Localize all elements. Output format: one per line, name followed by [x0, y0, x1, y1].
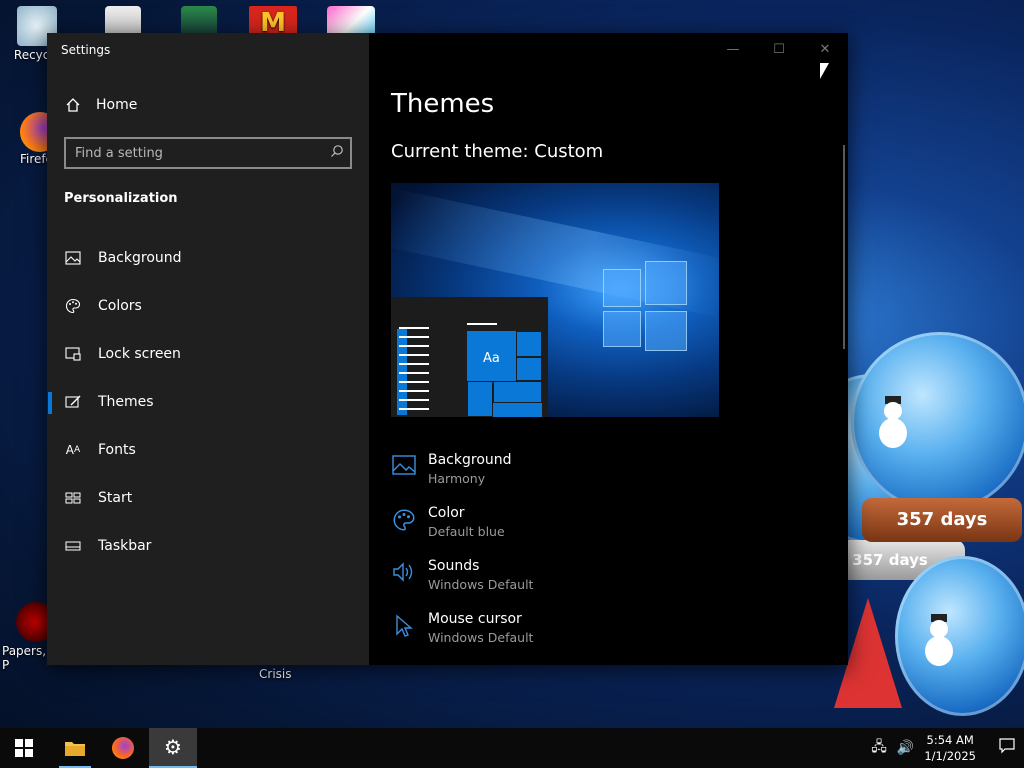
firefox-button[interactable]: [99, 728, 147, 768]
start-menu-preview: Aa: [391, 297, 548, 417]
speaker-icon: [391, 561, 417, 587]
option-title: Background: [428, 452, 512, 468]
windows-start-icon: [15, 739, 33, 757]
settings-window: Settings Home Personalization Background…: [47, 33, 848, 665]
taskbar-icon: [64, 537, 82, 555]
sidebar-item-label: Background: [98, 250, 182, 266]
desktop-icon-firefox[interactable]: Firefo: [6, 112, 52, 166]
search-input[interactable]: [66, 139, 316, 167]
clock-date: 1/1/2025: [924, 749, 976, 763]
settings-sidebar: Settings Home Personalization Background…: [47, 33, 369, 665]
theme-option-sounds[interactable]: Sounds Windows Default: [391, 557, 533, 610]
theme-option-background[interactable]: Background Harmony: [391, 451, 533, 504]
search-box[interactable]: [64, 137, 352, 169]
home-nav-item[interactable]: Home: [64, 96, 137, 114]
current-theme-label: Current theme: Custom: [391, 141, 604, 162]
snowman-icon: [876, 396, 910, 450]
mouse-pointer-icon: [820, 63, 829, 79]
option-value: Default blue: [428, 524, 505, 539]
sidebar-item-taskbar[interactable]: Taskbar: [47, 522, 369, 570]
image-icon: [391, 455, 417, 481]
content-scrollbar[interactable]: [843, 145, 845, 349]
maximize-button[interactable]: ☐: [756, 33, 802, 65]
cursor-icon: [391, 614, 417, 640]
sidebar-item-background[interactable]: Background: [47, 234, 369, 282]
window-title: Settings: [61, 43, 111, 57]
clock[interactable]: 5:54 AM 1/1/2025: [924, 732, 976, 764]
theme-option-color[interactable]: Color Default blue: [391, 504, 533, 557]
sidebar-item-fonts[interactable]: AA Fonts: [47, 426, 369, 474]
sidebar-item-label: Lock screen: [98, 346, 181, 362]
option-value: Windows Default: [428, 577, 534, 592]
themes-icon: [64, 393, 82, 411]
file-explorer-button[interactable]: [51, 728, 99, 768]
page-title: Themes: [391, 89, 495, 119]
palette-icon: [391, 508, 417, 534]
taskbar: ⚙ 🖧 🔊 5:54 AM 1/1/2025: [0, 728, 1024, 768]
clock-time: 5:54 AM: [926, 733, 974, 747]
home-icon: [64, 96, 82, 114]
gear-icon: ⚙: [164, 735, 182, 759]
option-title: Mouse cursor: [428, 611, 522, 627]
start-icon: [64, 489, 82, 507]
preview-menu-lines: [399, 327, 429, 417]
lock-screen-icon: [64, 345, 82, 363]
snow-globe-small: [895, 556, 1024, 716]
palette-icon: [64, 297, 82, 315]
option-title: Sounds: [428, 558, 480, 574]
personalization-nav: Background Colors Lock screen Themes AA …: [47, 234, 369, 570]
action-center-icon[interactable]: [990, 738, 1024, 758]
theme-preview: Aa: [391, 183, 719, 417]
windows-logo-icon: [603, 261, 687, 351]
folder-icon: [65, 742, 85, 756]
sidebar-item-label: Start: [98, 490, 133, 506]
option-value: Harmony: [428, 471, 486, 486]
sidebar-item-lock-screen[interactable]: Lock screen: [47, 330, 369, 378]
close-button[interactable]: ✕: [802, 33, 848, 65]
snowman-icon: [922, 614, 956, 668]
home-label: Home: [96, 97, 138, 113]
option-title: Color: [428, 505, 465, 521]
sidebar-item-label: Colors: [98, 298, 142, 314]
papers-please-icon: [16, 602, 48, 642]
search-icon[interactable]: [330, 144, 344, 162]
image-icon: [64, 249, 82, 267]
fonts-icon: AA: [65, 443, 81, 457]
sidebar-item-themes[interactable]: Themes: [47, 378, 369, 426]
network-icon[interactable]: 🖧: [871, 736, 887, 760]
system-tray: 🖧 🔊 5:54 AM 1/1/2025: [871, 728, 1024, 768]
preview-sample-text: Aa: [483, 351, 500, 366]
section-title: Personalization: [64, 191, 178, 206]
desktop-icon-label: Papers, P: [2, 644, 47, 672]
desktop-icon-papers-please[interactable]: Papers, P: [0, 602, 48, 672]
sidebar-item-colors[interactable]: Colors: [47, 282, 369, 330]
theme-option-mouse-cursor[interactable]: Mouse cursor Windows Default: [391, 610, 533, 663]
window-controls: — ☐ ✕: [710, 33, 848, 65]
sidebar-item-label: Themes: [98, 394, 154, 410]
firefox-icon: [112, 737, 134, 759]
volume-icon[interactable]: 🔊: [897, 740, 914, 756]
sidebar-item-start[interactable]: Start: [47, 474, 369, 522]
preview-tiles: Aa: [467, 331, 542, 417]
option-value: Windows Default: [428, 630, 534, 645]
preview-tile-header: [467, 323, 497, 325]
sidebar-item-label: Fonts: [98, 442, 136, 458]
theme-options: Background Harmony Color Default blue So…: [391, 451, 533, 663]
sidebar-item-label: Taskbar: [98, 538, 152, 554]
start-button[interactable]: [0, 728, 48, 768]
minimize-button[interactable]: —: [710, 33, 756, 65]
days-counter: 357 days: [862, 498, 1022, 542]
desktop-label-crisis: Crisis: [259, 667, 292, 681]
settings-content: — ☐ ✕ Themes Current theme: Custom Aa Ba…: [369, 33, 848, 665]
settings-taskbar-button[interactable]: ⚙: [149, 728, 197, 768]
